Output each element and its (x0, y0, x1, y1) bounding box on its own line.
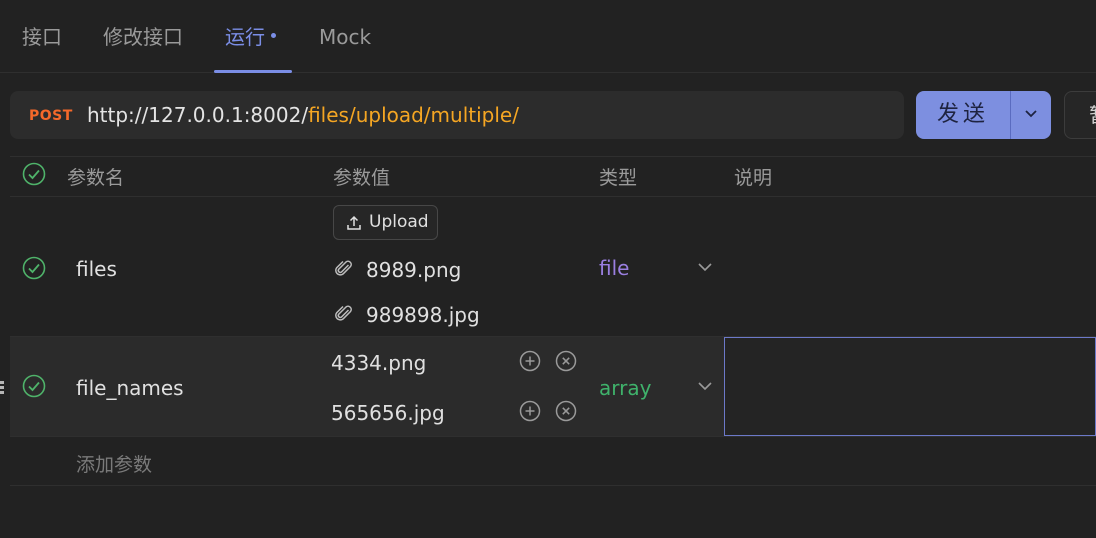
description-input[interactable] (724, 337, 1096, 436)
tab-bar: 接口 修改接口 运行 Mock (0, 0, 1096, 73)
save-button[interactable]: 暂 (1064, 91, 1096, 139)
divider (10, 196, 1096, 197)
chevron-down-icon[interactable] (697, 381, 713, 391)
tab-run-label: 运行 (225, 25, 265, 49)
column-header-description: 说明 (734, 167, 773, 189)
row-enabled-checkbox[interactable] (22, 256, 46, 280)
divider (10, 436, 1096, 437)
param-name[interactable]: files (76, 257, 117, 281)
tab-run[interactable]: 运行 (225, 24, 276, 50)
array-item-value[interactable]: 565656.jpg (331, 401, 445, 425)
attached-file[interactable]: 989898.jpg (366, 303, 480, 327)
select-all-checkbox[interactable] (22, 162, 46, 186)
active-tab-indicator (214, 70, 292, 73)
array-item-value[interactable]: 4334.png (331, 351, 426, 375)
chevron-down-icon (1025, 110, 1037, 118)
tab-mock[interactable]: Mock (319, 24, 371, 50)
remove-circle-icon[interactable] (555, 400, 577, 422)
divider (10, 485, 1096, 486)
type-select-value[interactable]: file (599, 256, 629, 280)
column-header-type: 类型 (599, 167, 638, 189)
chevron-down-icon[interactable] (697, 262, 713, 272)
upload-button-label: Upload (369, 212, 429, 232)
add-param-button[interactable]: 添加参数 (76, 450, 152, 477)
upload-button[interactable]: Upload (333, 205, 438, 240)
tab-interface-label: 接口 (22, 25, 62, 49)
drag-handle-icon[interactable] (0, 381, 5, 395)
send-button[interactable]: 发送 (916, 91, 1010, 139)
send-button-group: 发送 (916, 91, 1051, 139)
column-header-value: 参数值 (333, 167, 391, 189)
upload-icon (347, 215, 361, 230)
api-runner: 接口 修改接口 运行 Mock POST http://127.0.0.1:80… (0, 0, 1096, 538)
unsaved-dot-icon (271, 33, 276, 38)
row-enabled-checkbox[interactable] (22, 374, 46, 398)
attachment-icon (335, 260, 352, 276)
url-bar[interactable]: POST http://127.0.0.1:8002/files/upload/… (10, 91, 904, 139)
attachment-icon (335, 305, 352, 321)
remove-circle-icon[interactable] (555, 350, 577, 372)
send-options-button[interactable] (1011, 91, 1051, 139)
tab-edit-interface-label: 修改接口 (103, 25, 183, 49)
url-input[interactable]: http://127.0.0.1:8002/files/upload/multi… (87, 103, 519, 127)
tab-interface[interactable]: 接口 (22, 24, 62, 50)
url-path: files/upload/multiple/ (308, 103, 519, 127)
column-header-name: 参数名 (67, 167, 125, 189)
tab-edit-interface[interactable]: 修改接口 (103, 24, 183, 50)
divider (10, 156, 1096, 157)
attached-file[interactable]: 8989.png (366, 258, 461, 282)
param-name[interactable]: file_names (76, 376, 184, 400)
method-badge[interactable]: POST (29, 108, 73, 124)
tab-mock-label: Mock (319, 25, 372, 49)
url-base: http://127.0.0.1:8002/ (87, 103, 309, 127)
add-circle-icon[interactable] (519, 400, 541, 422)
add-circle-icon[interactable] (519, 350, 541, 372)
type-select-value[interactable]: array (599, 376, 651, 400)
